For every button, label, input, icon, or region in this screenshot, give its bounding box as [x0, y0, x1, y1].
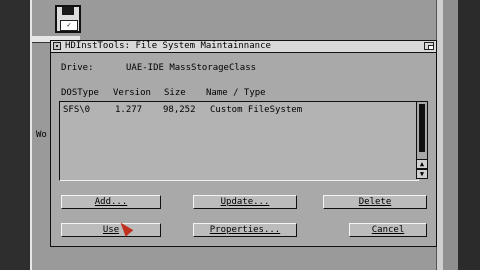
list-item-version[interactable]: 1.277: [115, 105, 142, 115]
window-titlebar[interactable]: HDInstTools: File System Maintainnance: [51, 41, 436, 53]
floppy-disk-icon[interactable]: ✓: [55, 5, 81, 33]
list-item-size[interactable]: 98,252: [163, 105, 196, 115]
window-title: HDInstTools: File System Maintainnance: [65, 41, 271, 51]
list-item-name-type[interactable]: Custom FileSystem: [210, 105, 302, 115]
header-dostype: DOSType: [61, 88, 99, 98]
right-screen-border: [458, 0, 480, 270]
drive-value: UAE-IDE MassStorageClass: [126, 63, 257, 73]
hdinsttools-window: HDInstTools: File System Maintainnance D…: [50, 40, 437, 247]
arrow-down-icon[interactable]: ▼: [416, 169, 428, 179]
add-button[interactable]: Add...: [61, 195, 161, 209]
disk-label: ✓: [60, 20, 78, 31]
header-name-type: Name / Type: [206, 88, 266, 98]
header-size: Size: [164, 88, 186, 98]
cancel-button[interactable]: Cancel: [349, 223, 427, 237]
left-screen-border: [0, 0, 30, 270]
update-button[interactable]: Update...: [193, 195, 297, 209]
drive-label: Drive:: [61, 63, 94, 73]
arrow-up-icon[interactable]: ▲: [416, 159, 428, 169]
use-button[interactable]: Use: [61, 223, 161, 237]
background-text-fragment: Wo: [36, 130, 47, 140]
close-gadget-icon[interactable]: [53, 42, 61, 50]
properties-button[interactable]: Properties...: [193, 223, 297, 237]
list-item-dostype[interactable]: SFS\0: [63, 105, 90, 115]
scrollbar-knob[interactable]: [419, 104, 425, 152]
background-window-frame: [436, 0, 443, 270]
delete-button[interactable]: Delete: [323, 195, 427, 209]
depth-gadget-icon[interactable]: [424, 42, 434, 50]
disk-shutter: [62, 7, 74, 15]
header-version: Version: [113, 88, 151, 98]
